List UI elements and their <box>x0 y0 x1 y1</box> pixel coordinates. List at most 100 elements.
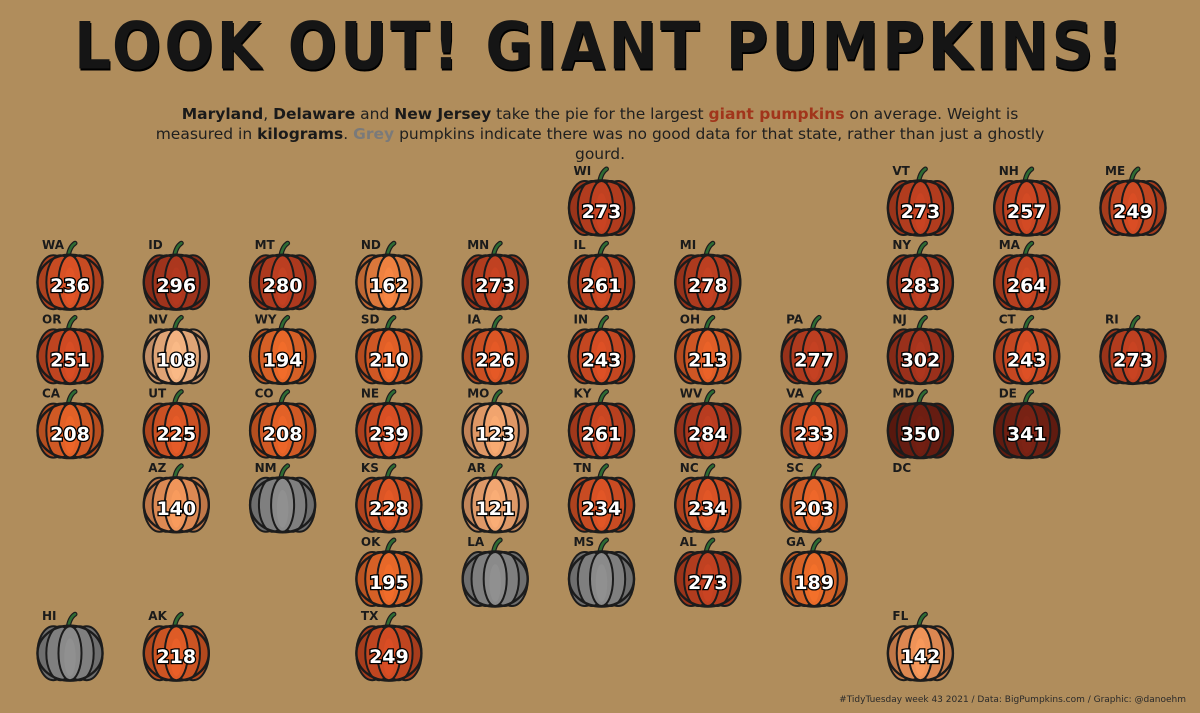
pumpkin-value-al: 273 <box>688 572 728 594</box>
pumpkin-value-mt: 280 <box>263 275 303 297</box>
pumpkin-tile-mo: MO 123 <box>461 387 529 460</box>
state-label-ut: UT <box>148 387 167 401</box>
state-label-ky: KY <box>574 387 592 401</box>
pumpkin-highlight <box>276 489 289 528</box>
pumpkin-value-oh: 213 <box>688 349 728 371</box>
state-label-de: DE <box>999 387 1017 401</box>
pumpkin-tile-md: MD 350 <box>886 387 955 460</box>
pumpkin-tile-az: AZ 140 <box>142 461 211 534</box>
pumpkin-tile-fl: FL 142 <box>886 609 955 682</box>
pumpkin-value-in: 243 <box>582 349 622 371</box>
state-label-sc: SC <box>786 461 804 475</box>
state-label-ri: RI <box>1105 312 1119 326</box>
pumpkin-value-wv: 284 <box>688 424 728 446</box>
pumpkin-tile-ia: IA 226 <box>461 312 529 386</box>
pumpkin-tile-wy: WY 194 <box>248 312 317 386</box>
pumpkin-value-nj: 302 <box>901 349 941 371</box>
pumpkin-value-ky: 261 <box>582 424 622 446</box>
pumpkin-tile-nv: NV 108 <box>142 312 211 386</box>
state-label-ok: OK <box>361 535 381 549</box>
state-label-nc: NC <box>680 461 699 475</box>
pumpkin-value-ut: 225 <box>156 424 196 446</box>
state-label-ks: KS <box>361 461 379 475</box>
pumpkin-value-ok: 195 <box>369 572 409 594</box>
pumpkin-tile-ne: NE 239 <box>355 387 423 460</box>
state-label-az: AZ <box>148 461 166 475</box>
pumpkin-value-ct: 243 <box>1007 349 1047 371</box>
pumpkin-tile-ms: MS <box>567 535 636 608</box>
pumpkin-value-ne: 239 <box>369 424 409 446</box>
pumpkin-tile-ar: AR 121 <box>461 461 529 534</box>
pumpkin-tile-ga: GA 189 <box>780 535 848 608</box>
pumpkin-highlight <box>489 564 501 602</box>
state-label-ny: NY <box>892 238 911 252</box>
pumpkin-value-tn: 234 <box>582 498 622 520</box>
pumpkin-tile-de: DE 341 <box>992 387 1061 460</box>
state-label-in: IN <box>574 312 589 326</box>
state-label-or: OR <box>42 312 61 326</box>
pumpkin-value-mi: 278 <box>688 275 728 297</box>
pumpkin-tile-ks: KS 228 <box>355 461 423 534</box>
pumpkin-value-ma: 264 <box>1007 275 1047 297</box>
state-label-fl: FL <box>892 609 908 623</box>
pumpkin-value-nv: 108 <box>156 349 196 371</box>
pumpkin-value-nd: 162 <box>369 275 409 297</box>
pumpkin-value-va: 233 <box>794 424 834 446</box>
state-label-mt: MT <box>255 238 276 252</box>
state-label-wy: WY <box>255 312 277 326</box>
state-label-co: CO <box>255 387 274 401</box>
state-label-tx: TX <box>361 609 379 623</box>
pumpkin-tile-ut: UT 225 <box>142 387 211 460</box>
pumpkin-value-de: 341 <box>1007 424 1047 446</box>
pumpkin-tile-al: AL 273 <box>674 535 742 608</box>
pumpkin-tile-sd: SD 210 <box>355 312 423 386</box>
chart-caption: #TidyTuesday week 43 2021 / Data: BigPum… <box>839 695 1186 705</box>
pumpkin-highlight <box>64 638 76 677</box>
pumpkin-tile-ca: CA 208 <box>36 387 104 460</box>
pumpkin-highlight <box>595 564 608 602</box>
pumpkin-value-ri: 273 <box>1113 349 1153 371</box>
state-label-wi: WI <box>574 164 592 178</box>
state-label-nj: NJ <box>892 312 907 326</box>
pumpkin-tile-nh: NH 257 <box>992 164 1061 237</box>
pumpkin-value-ak: 218 <box>156 646 196 668</box>
state-label-pa: PA <box>786 312 804 326</box>
state-label-ca: CA <box>42 387 61 401</box>
state-label-ak: AK <box>148 609 167 623</box>
state-label-nm: NM <box>255 461 277 475</box>
pumpkin-value-wa: 236 <box>50 275 90 297</box>
state-label-md: MD <box>892 387 914 401</box>
pumpkin-tile-vt: VT 273 <box>886 164 955 237</box>
pumpkin-value-ca: 208 <box>50 424 90 446</box>
pumpkin-tile-va: VA 233 <box>780 387 848 460</box>
pumpkin-value-pa: 277 <box>794 349 834 371</box>
pumpkin-value-wy: 194 <box>263 349 303 371</box>
state-label-me: ME <box>1105 164 1125 178</box>
state-label-wv: WV <box>680 387 703 401</box>
pumpkin-value-sd: 210 <box>369 349 409 371</box>
state-label-nd: ND <box>361 238 381 252</box>
pumpkin-value-il: 261 <box>582 275 622 297</box>
state-label-oh: OH <box>680 312 700 326</box>
pumpkin-tile-sc: SC 203 <box>780 461 848 534</box>
state-label-mo: MO <box>467 387 489 401</box>
pumpkin-value-ga: 189 <box>794 572 834 594</box>
pumpkin-tile-ok: OK 195 <box>355 535 423 608</box>
pumpkin-value-id: 296 <box>156 275 196 297</box>
pumpkin-value-mo: 123 <box>475 424 515 446</box>
pumpkin-value-md: 350 <box>901 424 941 446</box>
state-label-ma: MA <box>999 238 1021 252</box>
pumpkin-value-az: 140 <box>156 498 196 520</box>
pumpkin-tile-in: IN 243 <box>567 312 636 386</box>
pumpkin-tile-co: CO 208 <box>248 387 317 460</box>
pumpkin-value-fl: 142 <box>901 646 941 668</box>
pumpkin-value-wi: 273 <box>582 201 622 223</box>
state-label-al: AL <box>680 535 697 549</box>
pumpkin-tile-wi: WI 273 <box>567 164 636 237</box>
pumpkin-tile-mt: MT 280 <box>248 238 317 311</box>
state-label-mi: MI <box>680 238 696 252</box>
pumpkin-tile-tx: TX 249 <box>355 609 423 682</box>
pumpkin-tile-nd: ND 162 <box>355 238 423 311</box>
pumpkin-tile-tn: TN 234 <box>567 461 636 534</box>
pumpkin-value-or: 251 <box>50 349 90 371</box>
